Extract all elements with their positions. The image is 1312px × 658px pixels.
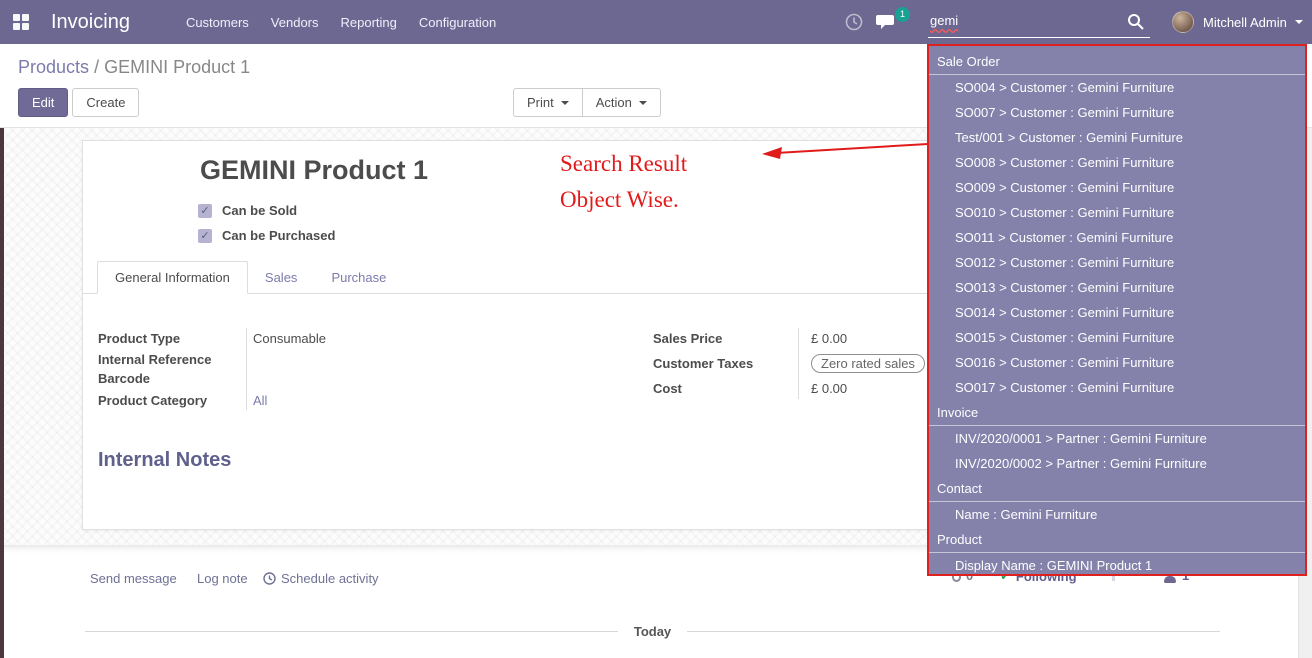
search-icon[interactable] (1127, 13, 1144, 35)
breadcrumb-separator: / (94, 57, 99, 77)
product-type-value: Consumable (253, 331, 326, 346)
cost-value: £ 0.00 (811, 381, 847, 396)
cost-label: Cost (653, 381, 811, 396)
can-be-purchased-label: Can be Purchased (222, 228, 335, 243)
sales-price-value: £ 0.00 (811, 331, 847, 346)
search-result-item[interactable]: SO012 > Customer : Gemini Furniture (929, 250, 1305, 275)
search-result-item[interactable]: Name : Gemini Furniture (929, 502, 1305, 527)
can-be-sold-checkbox[interactable]: ✓ (198, 204, 212, 218)
search-result-item[interactable]: INV/2020/0002 > Partner : Gemini Furnitu… (929, 451, 1305, 476)
section-items-invoice: INV/2020/0001 > Partner : Gemini Furnitu… (929, 426, 1305, 476)
search-result-item[interactable]: Test/001 > Customer : Gemini Furniture (929, 125, 1305, 150)
product-category-value[interactable]: All (253, 393, 267, 408)
tab-general-information[interactable]: General Information (97, 261, 248, 294)
user-menu[interactable]: Mitchell Admin (1172, 0, 1303, 44)
sales-price-label: Sales Price (653, 331, 811, 346)
breadcrumb: Products / GEMINI Product 1 (18, 57, 250, 78)
section-header-invoice: Invoice (929, 400, 1305, 426)
left-edge-strip (0, 128, 4, 658)
section-items-contact: Name : Gemini Furniture (929, 502, 1305, 527)
edit-button[interactable]: Edit (18, 88, 68, 117)
menu-customers[interactable]: Customers (186, 15, 249, 30)
send-message-button[interactable]: Send message (90, 571, 177, 586)
search-query-text: gemi (930, 13, 958, 28)
search-result-item[interactable]: SO009 > Customer : Gemini Furniture (929, 175, 1305, 200)
search-result-item[interactable]: SO017 > Customer : Gemini Furniture (929, 375, 1305, 400)
menu-reporting[interactable]: Reporting (341, 15, 397, 30)
apps-menu-icon[interactable] (13, 14, 29, 30)
app-name[interactable]: Invoicing (51, 11, 130, 34)
can-be-sold-row: ✓ Can be Sold (198, 203, 297, 218)
search-results-dropdown: Sale Order SO004 > Customer : Gemini Fur… (927, 44, 1307, 576)
menu-vendors[interactable]: Vendors (271, 15, 319, 30)
menu-configuration[interactable]: Configuration (419, 15, 496, 30)
annotation-text: Search Result Object Wise. (560, 146, 687, 218)
create-button[interactable]: Create (72, 88, 139, 117)
product-title: GEMINI Product 1 (200, 155, 428, 186)
tab-purchase[interactable]: Purchase (314, 262, 403, 293)
schedule-activity-button[interactable]: Schedule activity (263, 571, 379, 586)
clock-icon (263, 572, 276, 585)
search-result-item[interactable]: SO015 > Customer : Gemini Furniture (929, 325, 1305, 350)
can-be-purchased-row: ✓ Can be Purchased (198, 228, 335, 243)
print-button[interactable]: Print (513, 88, 583, 117)
chevron-down-icon (639, 101, 647, 105)
search-result-item[interactable]: SO007 > Customer : Gemini Furniture (929, 100, 1305, 125)
product-category-label: Product Category (98, 393, 253, 408)
customer-taxes-label: Customer Taxes (653, 356, 811, 371)
activities-clock-icon[interactable] (845, 13, 863, 36)
page: Invoicing Customers Vendors Reporting Co… (0, 0, 1312, 658)
annotation-arrow (740, 136, 940, 164)
search-result-item[interactable]: SO011 > Customer : Gemini Furniture (929, 225, 1305, 250)
product-type-label: Product Type (98, 331, 253, 346)
date-divider-label: Today (618, 624, 687, 639)
search-result-item[interactable]: Display Name : GEMINI Product 1 (929, 553, 1305, 576)
breadcrumb-products-link[interactable]: Products (18, 57, 89, 77)
can-be-purchased-checkbox[interactable]: ✓ (198, 229, 212, 243)
search-result-item[interactable]: SO010 > Customer : Gemini Furniture (929, 200, 1305, 225)
log-note-button[interactable]: Log note (197, 571, 248, 586)
can-be-sold-label: Can be Sold (222, 203, 297, 218)
section-header-sale-order: Sale Order (929, 49, 1305, 75)
tab-sales[interactable]: Sales (248, 262, 315, 293)
search-result-item[interactable]: SO008 > Customer : Gemini Furniture (929, 150, 1305, 175)
date-divider: Today (85, 624, 1220, 639)
user-avatar (1172, 11, 1194, 33)
section-items-product: Display Name : GEMINI Product 1 (929, 553, 1305, 576)
customer-taxes-tag[interactable]: Zero rated sales (811, 354, 925, 373)
top-navbar: Invoicing Customers Vendors Reporting Co… (0, 0, 1312, 44)
section-items-sale-order: SO004 > Customer : Gemini FurnitureSO007… (929, 75, 1305, 400)
search-result-item[interactable]: SO004 > Customer : Gemini Furniture (929, 75, 1305, 100)
section-header-product: Product (929, 527, 1305, 553)
internal-notes-heading: Internal Notes (98, 449, 231, 472)
section-header-contact: Contact (929, 476, 1305, 502)
chevron-down-icon (561, 101, 569, 105)
search-result-item[interactable]: SO013 > Customer : Gemini Furniture (929, 275, 1305, 300)
search-input[interactable]: gemi (928, 8, 1150, 38)
fields-left-column: Product Type Consumable Internal Referen… (98, 326, 568, 412)
chevron-down-icon (1295, 20, 1303, 24)
messages-badge: 1 (895, 7, 910, 22)
user-name: Mitchell Admin (1203, 15, 1287, 30)
action-button[interactable]: Action (583, 88, 661, 117)
barcode-label: Barcode (98, 371, 253, 386)
search-result-item[interactable]: SO016 > Customer : Gemini Furniture (929, 350, 1305, 375)
internal-reference-label: Internal Reference (98, 352, 253, 367)
breadcrumb-current: GEMINI Product 1 (104, 57, 250, 77)
search-result-item[interactable]: INV/2020/0001 > Partner : Gemini Furnitu… (929, 426, 1305, 451)
search-result-item[interactable]: SO014 > Customer : Gemini Furniture (929, 300, 1305, 325)
